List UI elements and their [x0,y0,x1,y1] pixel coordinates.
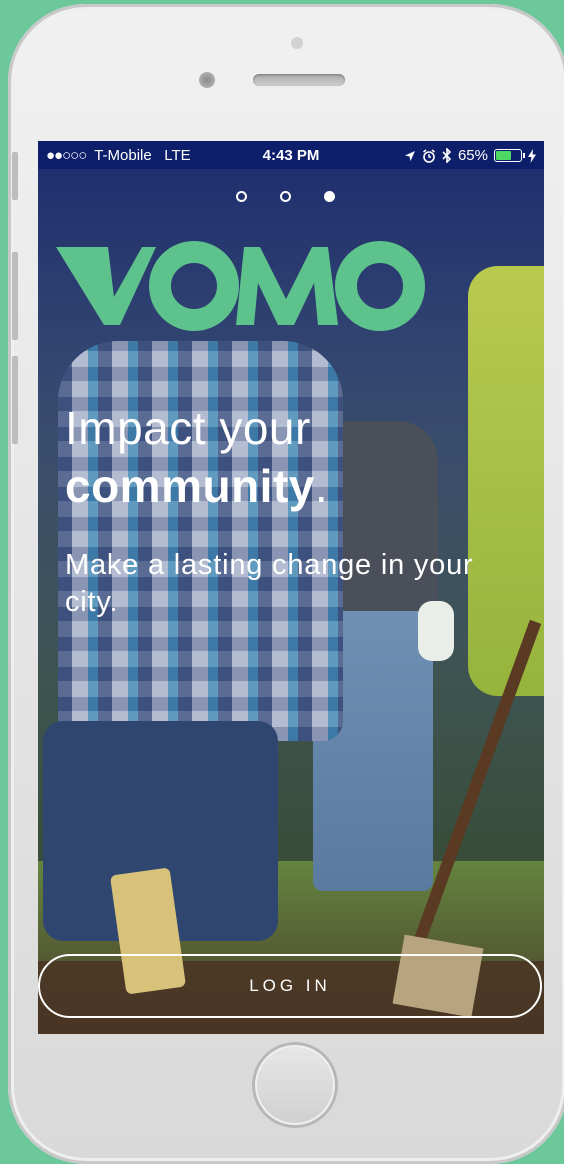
bluetooth-icon [442,148,452,163]
headline-suffix: . [314,460,329,512]
battery-fill [496,151,511,160]
mute-switch [12,152,18,200]
status-bar: ●●○○○ T-Mobile LTE 4:43 PM 65% [38,141,544,169]
volume-up-button [12,252,18,340]
page-dot[interactable] [280,191,291,202]
headline: Impact your community. [65,399,328,515]
login-button[interactable]: LOG IN [38,954,542,1018]
proximity-sensor [291,37,303,49]
battery-percent: 65% [457,147,488,164]
page-dot[interactable] [236,191,247,202]
battery-icon [494,149,525,162]
location-arrow-icon [404,150,415,161]
earpiece-speaker [253,74,345,86]
front-camera [199,72,215,88]
alarm-icon [422,148,435,163]
subheadline: Make a lasting change in your city. [65,549,474,618]
headline-emphasis: community [65,460,315,512]
charging-bolt-icon [528,148,536,163]
volume-down-button [12,356,18,444]
app-screen: ●●○○○ T-Mobile LTE 4:43 PM 65% Impact yo… [38,141,544,1034]
home-button[interactable] [252,1042,338,1128]
page-dot-active[interactable] [324,191,335,202]
vomo-logo [56,241,425,331]
headline-line1: Impact your [65,402,311,454]
page-indicator[interactable] [236,191,335,202]
status-right: 65% [404,147,536,164]
